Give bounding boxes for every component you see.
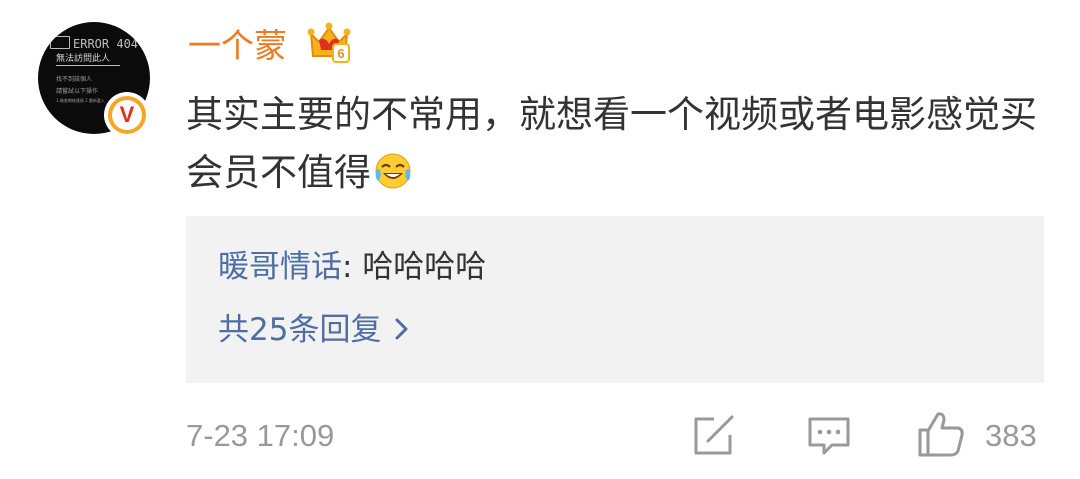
reply-username[interactable]: 暖哥情话 bbox=[218, 249, 342, 285]
verified-badge-icon: V bbox=[104, 92, 150, 138]
like-thumb-icon[interactable] bbox=[916, 410, 966, 458]
comment-timestamp: 7-23 17:09 bbox=[186, 418, 335, 453]
share-icon[interactable] bbox=[692, 415, 736, 457]
avatar-error-text: ERROR 404 bbox=[50, 36, 150, 51]
view-all-replies-link[interactable]: 共25条回复 bbox=[218, 309, 415, 351]
avatar-line-2: 找不到該個人 bbox=[56, 76, 93, 83]
avatar-line-1: 無法訪問此人 bbox=[56, 54, 121, 66]
comment-text: 其实主要的不常用，就想看一个视频或者电影感觉买会员不值得 bbox=[186, 93, 1037, 194]
avatar-line-3: 請嘗試以下操作 bbox=[56, 88, 99, 95]
view-all-replies-label: 共25条回复 bbox=[218, 312, 382, 348]
avatar-line-4: 1.檢查網絡連接 2.重新載入 bbox=[56, 98, 105, 103]
vip-crown-icon: 6 bbox=[307, 22, 351, 63]
laughing-crying-icon bbox=[375, 153, 411, 189]
reply-preview-line: 暖哥情话: 哈哈哈哈 bbox=[218, 246, 486, 288]
comment-icon[interactable] bbox=[806, 415, 852, 457]
username[interactable]: 一个蒙 bbox=[188, 24, 287, 68]
reply-preview-box[interactable]: 暖哥情话: 哈哈哈哈 共25条回复 bbox=[186, 216, 1044, 383]
reply-separator: : bbox=[342, 249, 363, 285]
like-count: 383 bbox=[985, 418, 1037, 453]
level-badge-text: 6 bbox=[337, 46, 344, 61]
reply-text: 哈哈哈哈 bbox=[362, 249, 487, 285]
chevron-right-icon bbox=[395, 318, 408, 340]
